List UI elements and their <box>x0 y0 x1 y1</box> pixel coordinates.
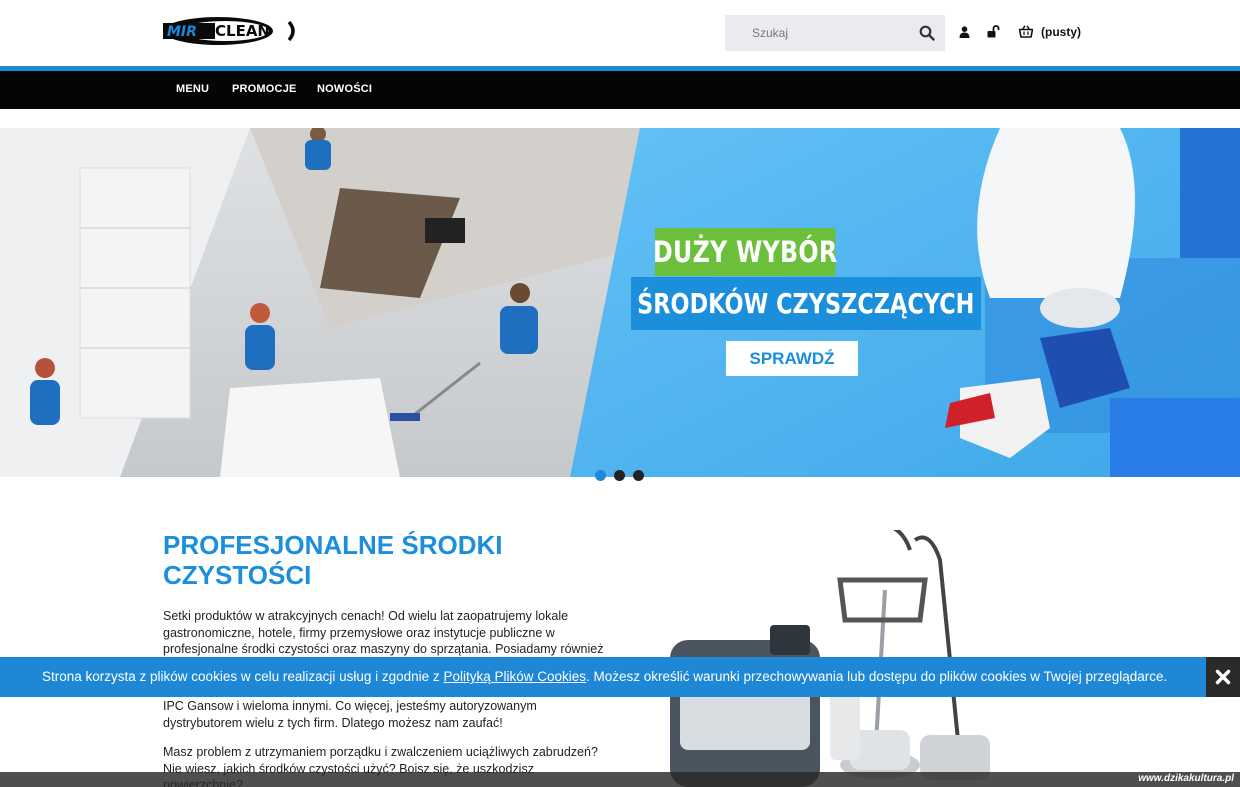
basket-icon[interactable] <box>1019 25 1033 38</box>
logo[interactable]: MIR CLEAN <box>163 14 303 48</box>
nav-item-promocje[interactable]: PROMOCJE <box>232 83 297 95</box>
nav-item-nowosci[interactable]: NOWOŚCI <box>317 83 372 95</box>
logo-text-mir: MIR <box>167 24 197 40</box>
close-icon <box>1215 669 1231 685</box>
site-header: MIR CLEAN (pusty) <box>0 0 1240 67</box>
slider-dot-3[interactable] <box>633 470 644 481</box>
main-nav: MENU PROMOCJE NOWOŚCI <box>0 71 1240 109</box>
page: MIR CLEAN (pusty) MENU <box>0 0 1240 787</box>
section-title: PROFESJONALNE ŚRODKI CZYSTOŚCI <box>163 530 503 590</box>
slider-dots <box>595 470 644 481</box>
section-text: Setki produktów w atrakcyjnych cenach! O… <box>163 608 608 787</box>
banner-check-button[interactable]: SPRAWDŹ <box>726 341 858 376</box>
slider-dot-2[interactable] <box>614 470 625 481</box>
paragraph-1a: Setki produktów w atrakcyjnych cenach! O… <box>163 609 604 656</box>
hero-image <box>0 128 1240 477</box>
cookie-text: Strona korzysta z plików cookies w celu … <box>42 669 1167 684</box>
cookie-text-before: Strona korzysta z plików cookies w celu … <box>42 669 444 684</box>
slider-dot-1[interactable] <box>595 470 606 481</box>
search-icon[interactable] <box>919 25 935 41</box>
search-box <box>725 15 945 51</box>
nav-item-menu[interactable]: MENU <box>176 83 209 95</box>
cookie-bar: Strona korzysta z plików cookies w celu … <box>0 657 1240 697</box>
banner-headline-2-text: ŚRODKÓW CZYSZCZĄCYCH <box>637 287 975 320</box>
watermark-text: www.dzikakultura.pl <box>1138 773 1234 784</box>
user-icon[interactable] <box>959 26 970 38</box>
hero-slider[interactable]: DUŻY WYBÓR ŚRODKÓW CZYSZCZĄCYCH SPRAWDŹ <box>0 128 1240 477</box>
banner-headline-2: ŚRODKÓW CZYSZCZĄCYCH <box>631 277 981 330</box>
cookie-text-after: . Możesz określić warunki przechowywania… <box>586 669 1168 684</box>
unlock-icon[interactable] <box>987 25 1000 38</box>
watermark-bar: www.dzikakultura.pl <box>0 772 1240 787</box>
cookie-policy-link[interactable]: Polityką Plików Cookies <box>443 669 586 684</box>
banner-headline-1: DUŻY WYBÓR <box>653 228 837 276</box>
logo-text-clean: CLEAN <box>215 22 270 40</box>
search-input[interactable] <box>725 15 910 51</box>
cart-label[interactable]: (pusty) <box>1041 25 1081 39</box>
cookie-close-button[interactable] <box>1206 657 1240 697</box>
